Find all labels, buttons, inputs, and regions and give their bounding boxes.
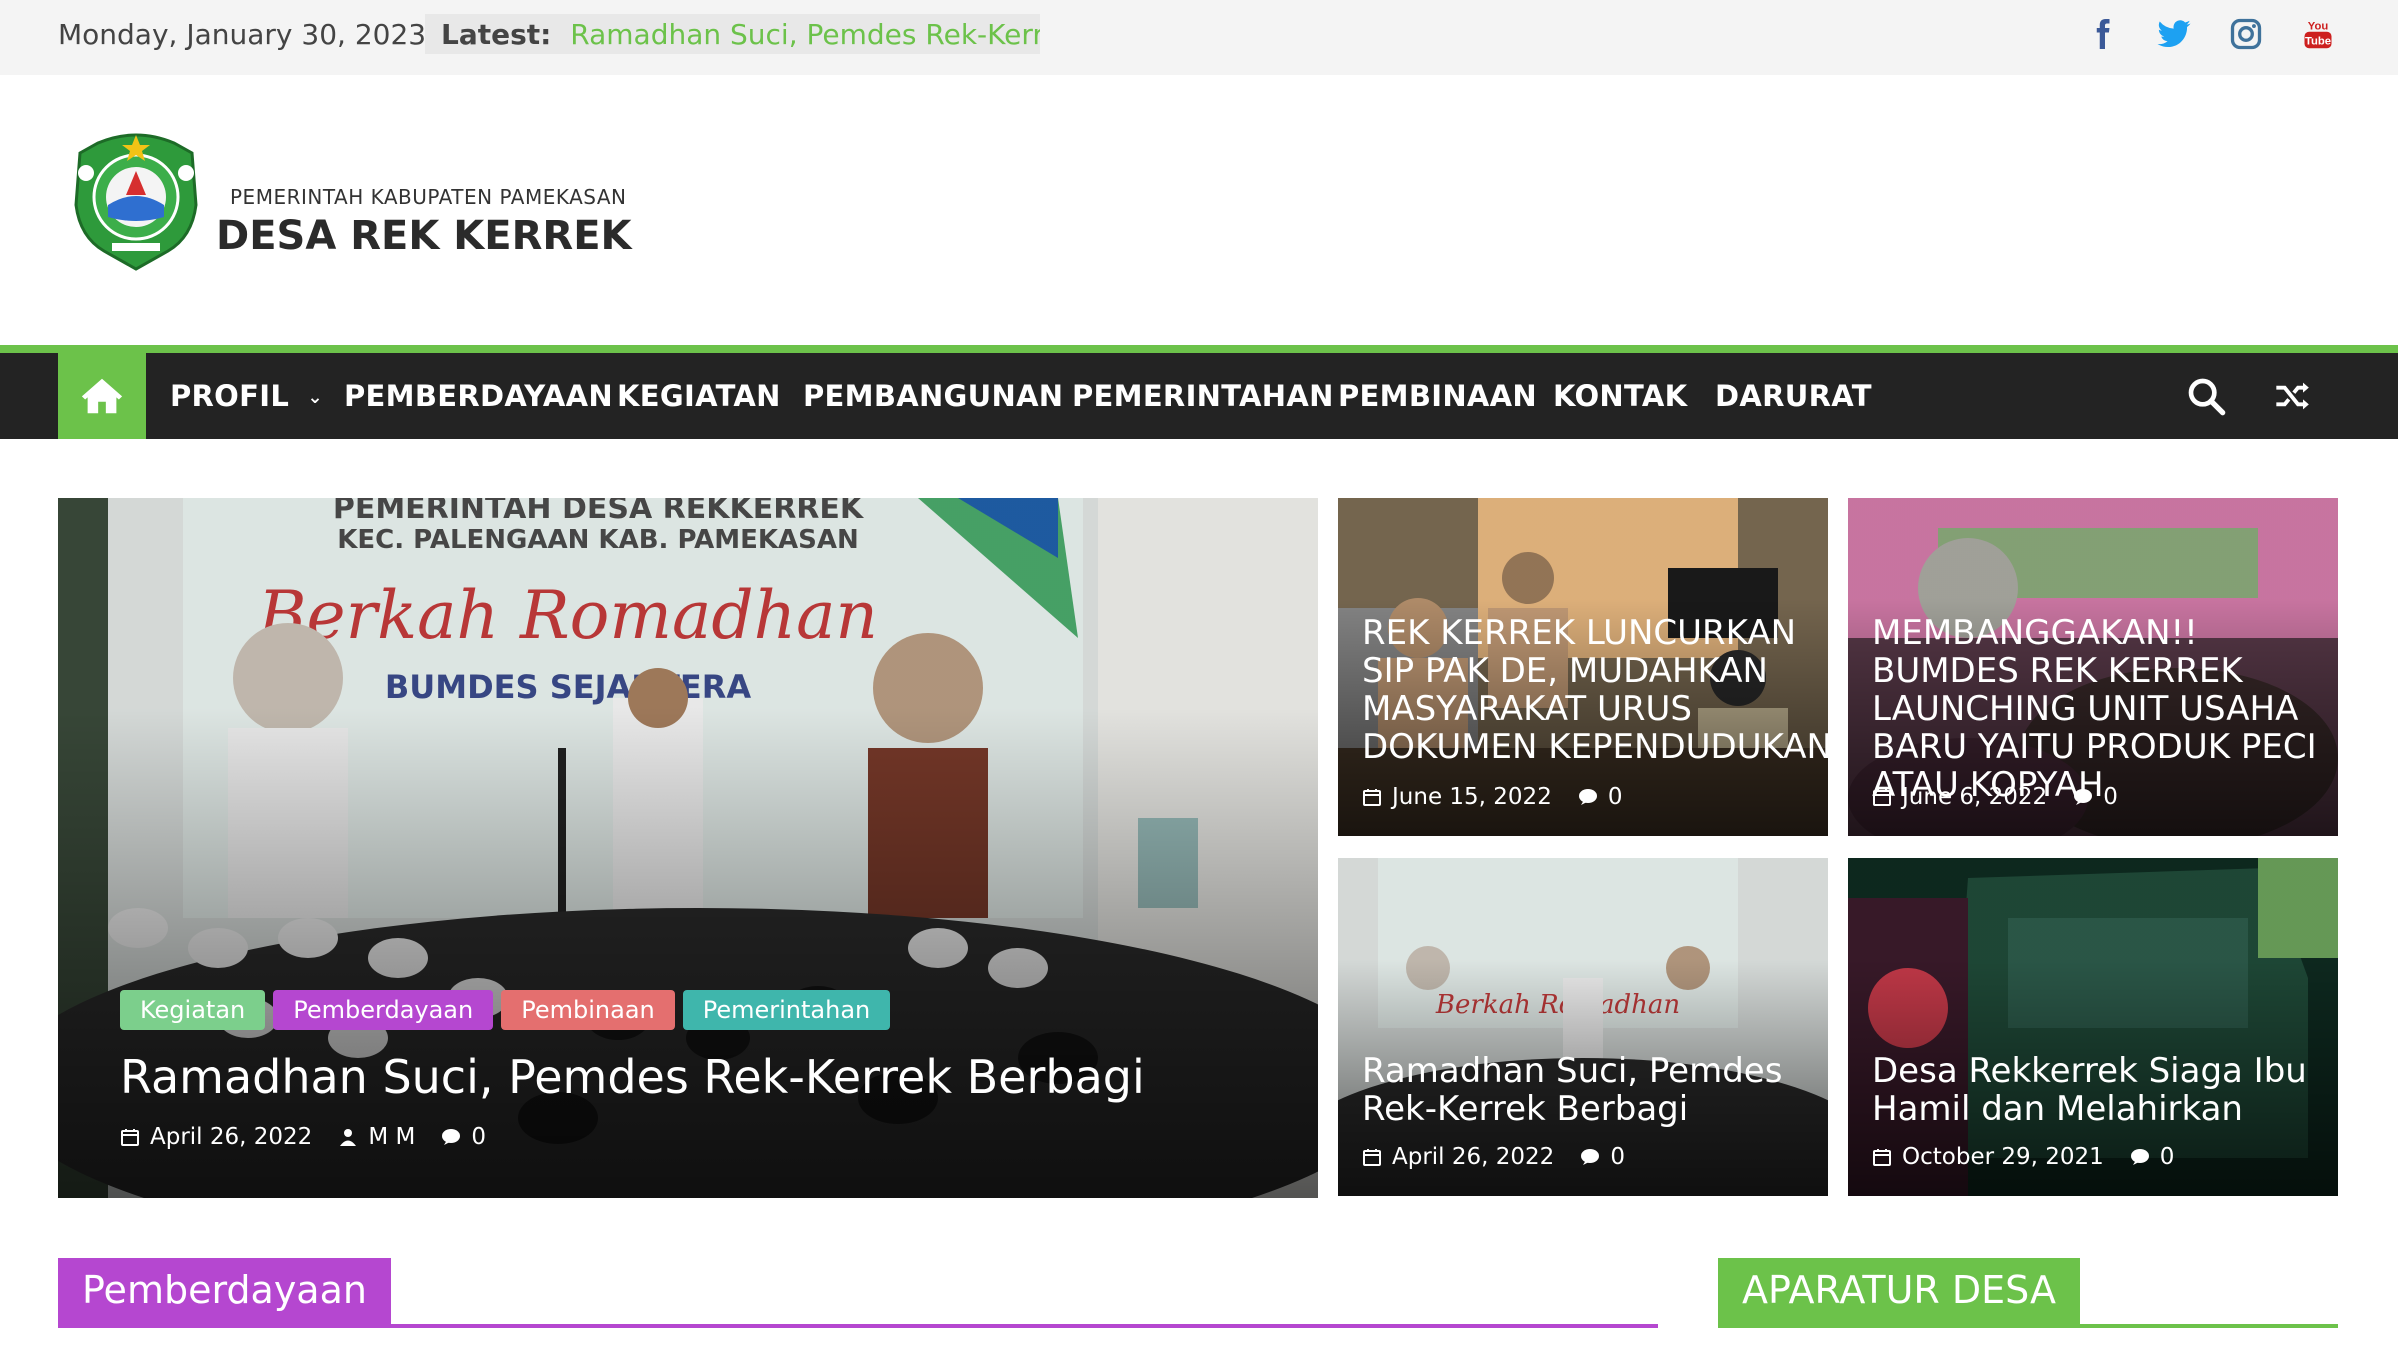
nav-item-kegiatan[interactable]: KEGIATAN bbox=[617, 379, 781, 413]
calendar-icon bbox=[1363, 789, 1381, 806]
featured-post-title[interactable]: Ramadhan Suci, Pemdes Rek-Kerrek Berbagi bbox=[120, 1050, 1145, 1104]
top-bar: Monday, January 30, 2023 Latest: Ramadha… bbox=[0, 0, 2398, 75]
nav-item-pembangunan[interactable]: PEMBANGUNAN bbox=[803, 379, 1063, 413]
post-comments[interactable]: 0 bbox=[1608, 784, 1623, 810]
latest-news-link[interactable]: Ramadhan Suci, Pemdes Rek-Kerrek bbox=[570, 18, 1040, 51]
nav-item-profil-label: PROFIL bbox=[170, 379, 290, 413]
comment-icon bbox=[2074, 789, 2093, 805]
comment-icon bbox=[2130, 1149, 2149, 1165]
featured-post[interactable]: PEMERINTAH DESA REKKERREK KEC. PALENGAAN… bbox=[58, 498, 1318, 1198]
category-tag-kegiatan[interactable]: Kegiatan bbox=[120, 990, 266, 1030]
nav-item-kontak[interactable]: KONTAK bbox=[1553, 379, 1687, 413]
section-title-pemberdayaan[interactable]: Pemberdayaan bbox=[58, 1258, 391, 1328]
featured-post-comments[interactable]: 0 bbox=[471, 1124, 486, 1150]
comment-icon bbox=[442, 1129, 461, 1145]
post-title[interactable]: Desa Rekkerrek Siaga Ibu Hamil dan Melah… bbox=[1872, 1052, 2338, 1128]
post-date[interactable]: June 6, 2022 bbox=[1902, 784, 2047, 810]
comment-icon bbox=[1578, 789, 1597, 805]
category-tag-pemberdayaan[interactable]: Pemberdayaan bbox=[273, 990, 494, 1030]
main-navigation: PROFIL ⌄ PEMBERDAYAAN KEGIATAN PEMBANGUN… bbox=[0, 345, 2398, 439]
site-title[interactable]: DESA REK KERREK bbox=[216, 213, 632, 259]
featured-categories: Kegiatan Pemberdayaan Pembinaan Pemerint… bbox=[120, 990, 891, 1030]
nav-item-pemerintahan[interactable]: PEMERINTAHAN bbox=[1072, 379, 1334, 413]
youtube-icon[interactable]: You Tube bbox=[2296, 12, 2340, 56]
nav-item-pemberdayaan[interactable]: PEMBERDAYAAN bbox=[344, 379, 613, 413]
post-meta: June 6, 2022 0 bbox=[1872, 784, 2118, 810]
post-card[interactable]: REK KERREK LUNCURKAN SIP PAK DE, MUDAHKA… bbox=[1338, 498, 1828, 836]
calendar-icon bbox=[1873, 1149, 1891, 1166]
comment-icon bbox=[1581, 1149, 1600, 1165]
category-tag-pembinaan[interactable]: Pembinaan bbox=[501, 990, 675, 1030]
post-date[interactable]: April 26, 2022 bbox=[1392, 1144, 1554, 1170]
search-icon[interactable] bbox=[2183, 373, 2229, 419]
section-header-aparatur-desa: APARATUR DESA bbox=[1718, 1258, 2338, 1328]
twitter-icon[interactable] bbox=[2152, 12, 2196, 56]
post-card[interactable]: MEMBANGGAKAN!! BUMDES REK KERREK LAUNCHI… bbox=[1848, 498, 2338, 836]
section-title-aparatur-desa: APARATUR DESA bbox=[1718, 1258, 2080, 1328]
random-post-icon[interactable] bbox=[2270, 373, 2316, 419]
facebook-icon[interactable] bbox=[2080, 12, 2124, 56]
featured-post-meta: April 26, 2022 M M 0 bbox=[120, 1124, 486, 1150]
latest-news-ticker: Latest: Ramadhan Suci, Pemdes Rek-Kerrek bbox=[425, 14, 1040, 54]
svg-text:Tube: Tube bbox=[2305, 36, 2331, 48]
post-meta: October 29, 2021 0 bbox=[1872, 1144, 2174, 1170]
featured-post-date[interactable]: April 26, 2022 bbox=[150, 1124, 312, 1150]
post-title[interactable]: REK KERREK LUNCURKAN SIP PAK DE, MUDAHKA… bbox=[1362, 614, 1828, 766]
post-comments[interactable]: 0 bbox=[2160, 1144, 2175, 1170]
nav-item-pembinaan[interactable]: PEMBINAAN bbox=[1338, 379, 1537, 413]
post-title[interactable]: Ramadhan Suci, Pemdes Rek-Kerrek Berbagi bbox=[1362, 1052, 1828, 1128]
post-title[interactable]: MEMBANGGAKAN!! BUMDES REK KERREK LAUNCHI… bbox=[1872, 614, 2338, 804]
post-comments[interactable]: 0 bbox=[2103, 784, 2118, 810]
logo-emblem-icon[interactable] bbox=[68, 125, 204, 275]
category-tag-pemerintahan[interactable]: Pemerintahan bbox=[682, 990, 891, 1030]
chevron-down-icon: ⌄ bbox=[307, 387, 323, 408]
post-date[interactable]: June 15, 2022 bbox=[1392, 784, 1552, 810]
calendar-icon bbox=[1363, 1149, 1381, 1166]
instagram-icon[interactable] bbox=[2224, 12, 2268, 56]
home-icon[interactable] bbox=[58, 353, 146, 439]
post-meta: June 15, 2022 0 bbox=[1362, 784, 1622, 810]
post-card[interactable]: Berkah Romadhan Ramadhan Suci, Pemdes Re… bbox=[1338, 858, 1828, 1196]
post-comments[interactable]: 0 bbox=[1610, 1144, 1625, 1170]
current-date: Monday, January 30, 2023 bbox=[58, 18, 427, 51]
post-card[interactable]: Desa Rekkerrek Siaga Ibu Hamil dan Melah… bbox=[1848, 858, 2338, 1196]
nav-item-profil[interactable]: PROFIL ⌄ bbox=[170, 379, 323, 413]
post-date[interactable]: October 29, 2021 bbox=[1902, 1144, 2104, 1170]
svg-text:You: You bbox=[2308, 21, 2329, 33]
nav-item-darurat[interactable]: DARURAT bbox=[1715, 379, 1872, 413]
logo-subtitle: PEMERINTAH KABUPATEN PAMEKASAN bbox=[230, 185, 627, 209]
calendar-icon bbox=[1873, 789, 1891, 806]
featured-post-author[interactable]: M M bbox=[368, 1124, 415, 1150]
user-icon bbox=[340, 1129, 357, 1146]
post-meta: April 26, 2022 0 bbox=[1362, 1144, 1625, 1170]
section-header-pemberdayaan: Pemberdayaan bbox=[58, 1258, 1658, 1328]
latest-label: Latest: bbox=[441, 18, 552, 51]
site-header: PEMERINTAH KABUPATEN PAMEKASAN DESA REK … bbox=[0, 75, 2398, 350]
calendar-icon bbox=[121, 1129, 139, 1146]
